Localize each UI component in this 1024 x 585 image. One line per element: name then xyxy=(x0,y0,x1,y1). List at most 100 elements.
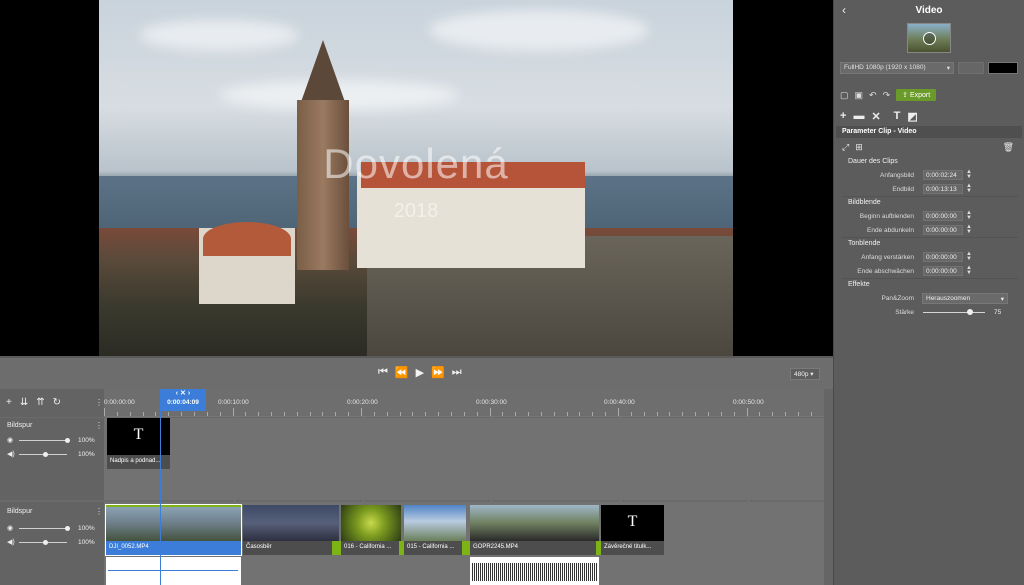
opacity-slider-knob[interactable] xyxy=(65,438,70,443)
add-track-icon[interactable]: + xyxy=(6,397,12,408)
delete-icon[interactable]: ✕ xyxy=(871,110,880,123)
eye-icon[interactable]: ◉ xyxy=(7,436,13,444)
cloud xyxy=(139,20,299,50)
video-clip-selected[interactable]: DJI_0052.MP4 xyxy=(105,504,242,556)
ruler-tick xyxy=(772,412,774,416)
clip-label: 015 - California ... xyxy=(404,541,466,555)
panel-header: ‹ Video xyxy=(834,0,1024,22)
playhead-handle[interactable]: ‹ ✕ › 0:00:04:09 xyxy=(160,389,206,411)
clip-thumbnail[interactable] xyxy=(907,23,951,53)
more-icon[interactable]: ⋮ xyxy=(95,398,103,407)
ruler-tick xyxy=(438,412,440,416)
folder-icon[interactable]: ▬ xyxy=(853,110,864,123)
format-select[interactable] xyxy=(958,62,984,74)
vol-in-input[interactable]: 0:00:00:00 xyxy=(923,252,963,262)
track-lane-2[interactable]: DJI_0052.MP4 Časosběr 016 - California .… xyxy=(104,502,824,585)
strength-slider-knob[interactable] xyxy=(966,309,973,315)
split-icon[interactable]: ⇊ xyxy=(20,397,28,408)
ruler-tick xyxy=(129,412,131,416)
fade-in-input[interactable]: 0:00:00:00 xyxy=(923,211,963,221)
preview-quality-select[interactable]: 480p ▾ xyxy=(790,368,820,380)
fast-forward-icon[interactable]: ⏭ xyxy=(452,366,462,379)
rewind-icon[interactable]: ⏮ xyxy=(378,366,388,379)
ruler-tick xyxy=(797,412,799,416)
volume-value: 100% xyxy=(78,539,95,546)
step-back-icon[interactable]: ⏪ xyxy=(395,366,409,379)
track-lane-1[interactable]: T Nadpis a podnad... xyxy=(104,418,824,500)
strength-slider[interactable] xyxy=(923,312,985,313)
opacity-slider[interactable] xyxy=(19,440,67,441)
ruler-tick xyxy=(566,412,568,416)
transition-marker[interactable] xyxy=(332,541,341,555)
more-icon[interactable]: ⋮ xyxy=(95,421,103,430)
time-ruler[interactable]: 0:00:00:00 0:00:10:00 0:00:20:00 0:00:30… xyxy=(104,389,825,417)
export-label: Export xyxy=(909,92,931,99)
speaker-icon[interactable]: ◀) xyxy=(7,450,15,458)
fade-in-spinner[interactable]: ▲ ▼ xyxy=(966,210,972,221)
ruler-tick xyxy=(168,412,170,416)
fill-icon[interactable]: ⊞ xyxy=(855,142,863,153)
end-spinner[interactable]: ▲ ▼ xyxy=(966,183,972,194)
playhead-time: 0:00:04:09 xyxy=(167,399,199,406)
ruler-tick xyxy=(361,408,362,416)
vol-out-spinner[interactable]: ▲ ▼ xyxy=(966,265,972,276)
undo-icon[interactable]: ↶ xyxy=(869,90,877,101)
panzoom-select[interactable]: Herauszoomen ▾ xyxy=(922,293,1008,304)
start-input[interactable]: 0:00:02:24 xyxy=(923,170,963,180)
end-title-clip[interactable]: T Závěrečné titulk... xyxy=(601,505,664,555)
track-title: Bildspur xyxy=(7,508,33,515)
step-forward-icon[interactable]: ⏩ xyxy=(431,366,445,379)
fade-out-input[interactable]: 0:00:00:00 xyxy=(923,225,963,235)
volume-slider-knob[interactable] xyxy=(43,540,48,545)
ruler-tick xyxy=(746,408,748,416)
refresh-icon[interactable]: ↻ xyxy=(53,397,61,408)
video-clip[interactable]: Časosběr xyxy=(243,505,339,555)
eye-icon[interactable]: ◉ xyxy=(7,524,13,532)
vol-out-input[interactable]: 0:00:00:00 xyxy=(923,266,963,276)
audio-envelope[interactable] xyxy=(106,557,241,585)
overlay-subtitle: 2018 xyxy=(393,200,439,222)
vol-in-spinner[interactable]: ▲ ▼ xyxy=(966,251,972,262)
video-clip[interactable]: GOPR2245.MP4 xyxy=(470,505,599,555)
playhead-line[interactable] xyxy=(160,411,161,585)
timeline-scrollbar[interactable] xyxy=(824,389,833,585)
opacity-slider-knob[interactable] xyxy=(65,526,70,531)
add-icon[interactable]: + xyxy=(840,110,846,123)
play-icon[interactable] xyxy=(923,32,936,45)
speaker-icon[interactable]: ◀) xyxy=(7,538,15,546)
video-clip[interactable]: 016 - California ... xyxy=(341,505,401,555)
play-icon[interactable]: ▶ xyxy=(416,366,424,379)
group-duration: Dauer des Clips xyxy=(848,158,898,165)
volume-line xyxy=(108,570,238,571)
fade-out-spinner[interactable]: ▲ ▼ xyxy=(966,224,972,235)
transition-icon[interactable]: ◩ xyxy=(907,110,917,123)
fit-icon[interactable]: ⤢ xyxy=(842,142,849,153)
ruler-tick xyxy=(245,412,247,416)
properties-panel: ‹ Video FullHD 1080p (1920 x 1080) ▾ ▢ ▣ … xyxy=(833,0,1024,585)
ruler-tick xyxy=(450,412,452,416)
redo-icon[interactable]: ↷ xyxy=(883,90,891,101)
close-icon[interactable]: ‹ ✕ › xyxy=(160,389,206,399)
audio-waveform[interactable] xyxy=(470,557,599,585)
volume-slider-knob[interactable] xyxy=(43,452,48,457)
group-sound: Tonblende xyxy=(848,240,881,247)
ruler-tick xyxy=(232,408,234,416)
ruler-tick xyxy=(116,412,118,416)
video-clip[interactable]: 015 - California ... xyxy=(404,505,466,555)
start-spinner[interactable]: ▲ ▼ xyxy=(966,169,972,180)
trash-icon[interactable]: 🗑 xyxy=(1003,142,1014,153)
merge-icon[interactable]: ⇈ xyxy=(36,397,44,408)
opacity-slider[interactable] xyxy=(19,528,67,529)
new-icon[interactable]: ▢ xyxy=(840,90,849,101)
ruler-tick xyxy=(283,412,285,416)
ruler-tick xyxy=(373,412,375,416)
more-icon[interactable]: ⋮ xyxy=(95,507,103,516)
save-icon[interactable]: ▣ xyxy=(855,90,864,101)
resolution-select[interactable]: FullHD 1080p (1920 x 1080) ▾ xyxy=(840,62,954,74)
export-button[interactable]: ⇪ Export xyxy=(896,89,937,101)
timeline-header: + ⇊ ⇈ ↻ ⋮ xyxy=(0,389,104,417)
background-color-swatch[interactable] xyxy=(988,62,1018,74)
ruler-tick xyxy=(425,412,427,416)
text-icon[interactable]: T xyxy=(894,110,901,123)
end-input[interactable]: 0:00:13:13 xyxy=(923,184,963,194)
